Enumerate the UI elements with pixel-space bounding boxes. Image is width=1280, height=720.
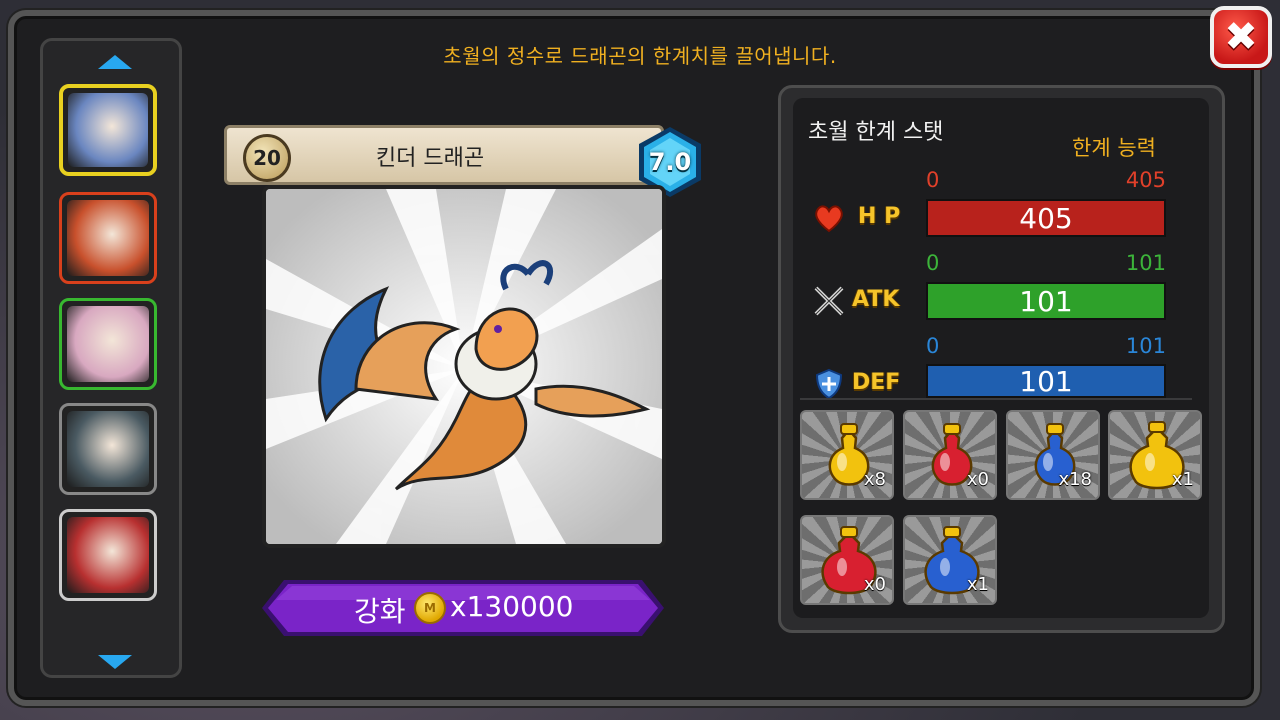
crossed-swords-icon: [814, 286, 844, 316]
atk-bar: 101: [926, 282, 1166, 320]
def-bar: 101: [926, 364, 1166, 398]
hp-max: 405: [1125, 168, 1166, 192]
header-description: 초월의 정수로 드래곤의 한계치를 끌어냅니다.: [443, 44, 837, 68]
dragon-slot-stone-dragon[interactable]: [59, 403, 157, 495]
hp-value: 405: [1019, 201, 1073, 235]
atk-max: 101: [1125, 251, 1166, 275]
hp-label: H P: [858, 204, 901, 229]
atk-value: 101: [1019, 284, 1073, 318]
potion-quantity: x1: [1171, 469, 1194, 490]
dragon-thumbnail: [67, 200, 149, 276]
gold-large-potion-slot[interactable]: x1: [1108, 410, 1202, 500]
dragon-thumbnail: [67, 306, 149, 382]
blue-small-potion-slot[interactable]: x18: [1006, 410, 1100, 500]
grade-value: 7.0: [648, 148, 692, 176]
level-badge: 20: [243, 134, 291, 182]
gold-small-potion-slot[interactable]: x8: [800, 410, 894, 500]
potion-quantity: x18: [1058, 469, 1092, 490]
enhance-label: 강화: [354, 595, 406, 628]
stat-divider: [800, 398, 1192, 400]
potion-quantity: x8: [863, 469, 886, 490]
dragon-thumbnail: [68, 93, 148, 167]
potion-quantity: x0: [966, 469, 989, 490]
coin-symbol: M: [424, 601, 436, 615]
red-large-potion-slot[interactable]: x0: [800, 515, 894, 605]
potion-quantity: x0: [863, 574, 886, 595]
shield-icon: [815, 368, 843, 400]
red-small-potion-slot[interactable]: x0: [903, 410, 997, 500]
dragon-slot-kinder-dragon[interactable]: [59, 84, 157, 176]
limit-ability-label: 한계 능력: [1072, 136, 1156, 160]
dragon-slot-fairy-dragon[interactable]: [59, 298, 157, 390]
scroll-up-arrow-icon[interactable]: [98, 55, 132, 69]
dragon-slot-blade-dragon[interactable]: [59, 509, 157, 601]
potion-quantity: x1: [966, 574, 989, 595]
scroll-down-arrow-icon[interactable]: [98, 655, 132, 669]
atk-min: 0: [926, 251, 940, 275]
def-min: 0: [926, 334, 940, 358]
def-max: 101: [1125, 334, 1166, 358]
dragon-name: 킨더 드래곤: [375, 146, 485, 171]
atk-label: ATK: [852, 287, 900, 312]
dragon-portrait: [262, 185, 666, 548]
heart-icon: [815, 205, 843, 233]
dragon-thumbnail: [67, 517, 149, 593]
enhance-cost: x130000: [450, 590, 574, 623]
hp-bar: 405: [926, 199, 1166, 237]
gold-coin-icon: M: [414, 592, 446, 624]
def-value: 101: [1019, 364, 1073, 398]
def-label: DEF: [852, 370, 901, 395]
dragon-slot-fire-dragon[interactable]: [59, 192, 157, 284]
hp-min: 0: [926, 168, 940, 192]
stat-title: 초월 한계 스탯: [808, 120, 944, 145]
blue-large-potion-slot[interactable]: x1: [903, 515, 997, 605]
dragon-thumbnail: [67, 411, 149, 487]
